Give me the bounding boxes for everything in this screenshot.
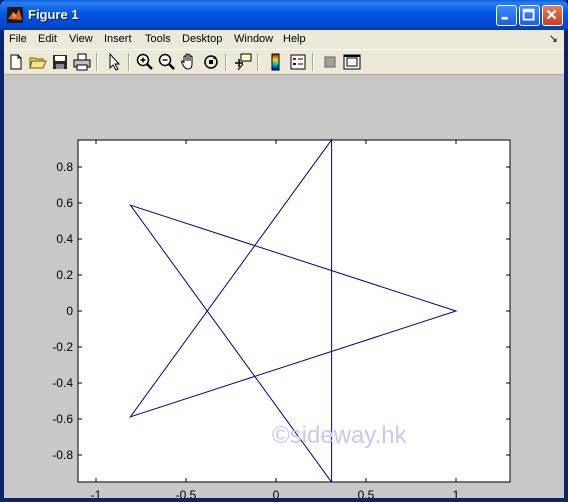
legend-icon (290, 54, 306, 70)
open-file-button[interactable] (28, 52, 48, 72)
menu-edit[interactable]: Edit (38, 33, 57, 45)
toolbar-separator (225, 53, 227, 71)
open-folder-icon (29, 57, 47, 69)
new-file-icon (10, 54, 22, 70)
figure-toolbar (4, 49, 564, 75)
zoom-in-button[interactable] (135, 52, 155, 72)
insert-colorbar-button[interactable] (266, 52, 286, 72)
plot-svg[interactable]: -1 -0.5 0 0.5 1 -0.8 -0.6 -0.4 -0.2 0 0.2 0.4 0.6 0.8… (4, 75, 564, 498)
close-icon (546, 9, 557, 20)
new-figure-button[interactable] (6, 52, 26, 72)
figure-canvas[interactable]: -1 -0.5 0 0.5 1 -0.8 -0.6 -0.4 -0.2 0 0.2 0.4 0.6 0.8… (4, 75, 564, 498)
watermark-text: ©sideway.hk (272, 422, 408, 449)
rotate-3d-button[interactable] (201, 52, 221, 72)
edit-plot-button[interactable] (104, 52, 124, 72)
menu-dock-arrow[interactable]: ↘ (549, 32, 558, 45)
edit-plot-arrow-icon (109, 52, 121, 71)
figure-window: Figure 1 File Edit View Insert Tools Des… (0, 0, 568, 502)
menu-window[interactable]: Window (234, 33, 273, 45)
menu-bar: File Edit View Insert Tools Desktop Wind… (4, 30, 564, 49)
insert-legend-button[interactable] (288, 52, 308, 72)
menu-file[interactable]: File (9, 33, 27, 45)
minimize-icon (501, 16, 508, 20)
y-tick-label: -0.2 (52, 340, 73, 354)
show-plot-tools-button[interactable] (342, 52, 362, 72)
data-cursor-icon (235, 53, 252, 71)
y-tick-label: 0.6 (56, 196, 73, 210)
menu-help[interactable]: Help (283, 33, 306, 45)
y-tick-label: 0.4 (56, 232, 73, 246)
menu-view[interactable]: View (69, 33, 93, 45)
toolbar-separator (257, 53, 259, 71)
title-bar[interactable]: Figure 1 (0, 0, 568, 30)
zoom-out-icon (158, 53, 175, 70)
show-plot-tools-icon (343, 54, 361, 70)
x-tick-label: 1 (453, 488, 460, 498)
menu-insert[interactable]: Insert (104, 33, 132, 45)
rotate-3d-icon (204, 55, 218, 69)
save-icon (53, 55, 67, 69)
close-button[interactable] (542, 5, 563, 26)
window-title: Figure 1 (28, 7, 79, 22)
y-tick-label: 0 (66, 304, 73, 318)
x-tick-label: 0.5 (358, 488, 375, 498)
x-tick-label: -0.5 (176, 488, 197, 498)
x-tick-label: -1 (91, 488, 102, 498)
toolbar-separator (96, 53, 98, 71)
window-client-area: File Edit View Insert Tools Desktop Wind… (4, 30, 564, 498)
hide-plot-tools-icon (324, 56, 336, 68)
pan-button[interactable] (179, 52, 199, 72)
pan-hand-icon (180, 53, 193, 70)
save-figure-button[interactable] (50, 52, 70, 72)
menu-tools[interactable]: Tools (145, 33, 171, 45)
minimize-button[interactable] (496, 5, 517, 26)
y-tick-label: 0.8 (56, 160, 73, 174)
x-tick-label: 0 (273, 488, 280, 498)
print-figure-button[interactable] (72, 52, 92, 72)
zoom-out-button[interactable] (157, 52, 177, 72)
y-tick-label: -0.8 (52, 448, 73, 462)
menu-desktop[interactable]: Desktop (182, 33, 222, 45)
y-tick-label: -0.6 (52, 412, 73, 426)
maximize-icon (522, 8, 535, 21)
y-tick-label: -0.4 (52, 376, 73, 390)
hide-plot-tools-button[interactable] (320, 52, 340, 72)
print-icon (73, 53, 91, 71)
toolbar-separator (312, 53, 314, 71)
matlab-logo-icon (7, 7, 23, 23)
zoom-in-icon (136, 53, 153, 70)
colorbar-icon (271, 53, 280, 71)
toolbar-separator (128, 53, 130, 71)
maximize-button[interactable] (519, 5, 540, 26)
y-tick-label: 0.2 (56, 268, 73, 282)
data-cursor-button[interactable] (233, 52, 253, 72)
